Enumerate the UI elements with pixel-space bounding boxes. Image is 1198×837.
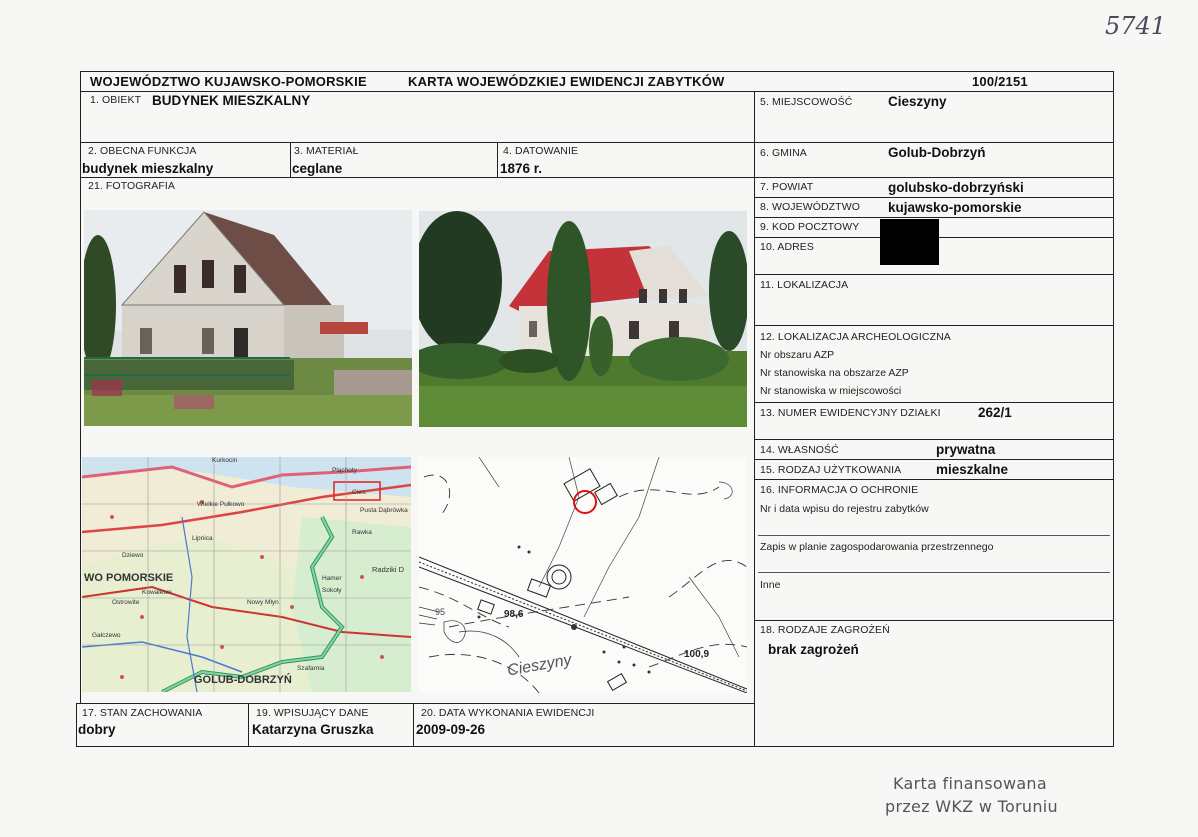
zagrozenia-box	[754, 620, 1114, 747]
map-label-lipnica: Lipnica	[192, 535, 213, 542]
wojewodztwo-value: kujawsko-pomorskie	[888, 200, 1022, 215]
map-label-golub: GOLUB-DOBRZYŃ	[194, 674, 292, 686]
obiekt-value: BUDYNEK MIESZKALNY	[152, 93, 311, 108]
map-label-sokoly: Sokoły	[322, 587, 342, 594]
archeo-label: 12. LOKALIZACJA ARCHEOLOGICZNA	[760, 331, 951, 343]
data-label: 20. DATA WYKONANIA EWIDENCJI	[421, 707, 595, 719]
photo-building-garden	[419, 211, 747, 427]
map-label-cies: Cies.	[352, 489, 367, 496]
dzialka-label: 13. NUMER EWIDENCYJNY DZIAŁKI	[760, 407, 941, 419]
map-label-kurkocin: Kurkocin	[212, 457, 238, 464]
map-label-pomorskie: WO POMORSKIE	[84, 572, 174, 584]
uzytkowanie-value: mieszkalne	[936, 462, 1009, 477]
archeo-line-3: Nr stanowiska w miejscowości	[760, 385, 902, 397]
ochrona-line-1: Nr i data wpisu do rejestru zabytków	[760, 503, 929, 515]
ochrona-divider-1	[758, 535, 1110, 536]
kod-label: 9. KOD POCZTOWY	[760, 221, 860, 233]
gmina-label: 6. GMINA	[760, 147, 807, 159]
fotografia-label: 21. FOTOGRAFIA	[88, 180, 175, 192]
photo-building-front-image	[84, 210, 412, 426]
datowanie-value: 1876 r.	[500, 161, 543, 176]
miejscowosc-value: Cieszyny	[888, 94, 947, 109]
wlasnosc-value: prywatna	[936, 442, 996, 457]
local-map-label-95: 95	[435, 607, 446, 617]
map-label-szafarnia: Szafarnia	[297, 665, 325, 672]
material-value: ceglane	[292, 161, 343, 176]
header-title: KARTA WOJEWÓDZKIEJ EWIDENCJI ZABYTKÓW	[408, 74, 725, 89]
local-map-label-986: 98,6	[504, 609, 524, 620]
header-card-number: 100/2151	[972, 74, 1028, 89]
wojewodztwo-label: 8. WOJEWÓDZTWO	[760, 201, 860, 213]
ochrona-line-2: Zapis w planie zagospodarowania przestrz…	[760, 541, 994, 553]
local-map: Cieszyny 98,6 100,9 95	[419, 457, 747, 693]
lokalizacja-label: 11. LOKALIZACJA	[760, 279, 849, 291]
stan-label: 17. STAN ZACHOWANIA	[82, 707, 203, 719]
map-label-pulkowo: Wielkie Pułkowo	[197, 501, 245, 508]
map-label-kowalewo: Kowalewo	[142, 589, 172, 596]
archeo-line-2: Nr stanowiska na obszarze AZP	[760, 367, 909, 379]
zagrozenia-label: 18. RODZAJE ZAGROŻEŃ	[760, 624, 890, 636]
wlasnosc-label: 14. WŁASNOŚĆ	[760, 444, 839, 456]
map-label-nowy-mlyn: Nowy Młyn	[247, 599, 279, 606]
map-label-dabrowka: Pusta Dąbrówka	[360, 507, 408, 514]
stan-value: dobry	[78, 722, 116, 737]
ochrona-label: 16. INFORMACJA O OCHRONIE	[760, 484, 919, 496]
gmina-value: Golub-Dobrzyń	[888, 145, 986, 160]
datowanie-label: 4. DATOWANIE	[503, 145, 579, 157]
map-label-rawka: Rawka	[352, 529, 372, 536]
funkcja-value: budynek mieszkalny	[82, 161, 214, 176]
archeo-line-1: Nr obszaru AZP	[760, 349, 835, 361]
map-label-dziewo: Dziewo	[122, 552, 144, 559]
stamp-line-1: Karta finansowana	[893, 774, 1047, 793]
regional-map: WO POMORSKIE GOLUB-DOBRZYŃ Lipnica Kowal…	[82, 457, 411, 692]
map-label-plachoty: Pląchoty	[332, 467, 357, 474]
map-label-hamer: Hamer	[322, 575, 342, 582]
stamp-line-2: przez WKZ w Toruniu	[885, 797, 1058, 816]
dzialka-value: 262/1	[978, 405, 1012, 420]
local-map-label-1009: 100,9	[684, 649, 710, 660]
ochrona-line-3: Inne	[760, 579, 781, 591]
uzytkowanie-label: 15. RODZAJ UŻYTKOWANIA	[760, 464, 902, 476]
ochrona-divider-2	[758, 572, 1110, 573]
zagrozenia-value: brak zagrożeń	[768, 642, 859, 657]
adres-label: 10. ADRES	[760, 241, 815, 253]
map-label-radziki: Radziki D	[372, 565, 405, 574]
redacted-block	[880, 219, 939, 265]
funkcja-label: 2. OBECNA FUNKCJA	[88, 145, 197, 157]
data-value: 2009-09-26	[416, 722, 486, 737]
miejscowosc-label: 5. MIEJSCOWOŚĆ	[760, 96, 853, 108]
powiat-label: 7. POWIAT	[760, 181, 814, 193]
wpisujacy-value: Katarzyna Gruszka	[252, 722, 374, 737]
obiekt-label: 1. OBIEKT	[90, 94, 142, 106]
powiat-value: golubsko-dobrzyński	[888, 180, 1024, 195]
photo-building-garden-image	[419, 211, 747, 427]
photo-building-front	[84, 210, 412, 426]
material-label: 3. MATERIAŁ	[294, 145, 359, 157]
handwritten-number: 5741	[1105, 12, 1167, 40]
map-label-galczewo: Gałczewo	[92, 632, 121, 639]
map-label-ostrowite: Ostrowite	[112, 599, 140, 606]
header-voivodeship: WOJEWÓDZTWO KUJAWSKO-POMORSKIE	[90, 74, 367, 89]
wpisujacy-label: 19. WPISUJĄCY DANE	[256, 707, 369, 719]
